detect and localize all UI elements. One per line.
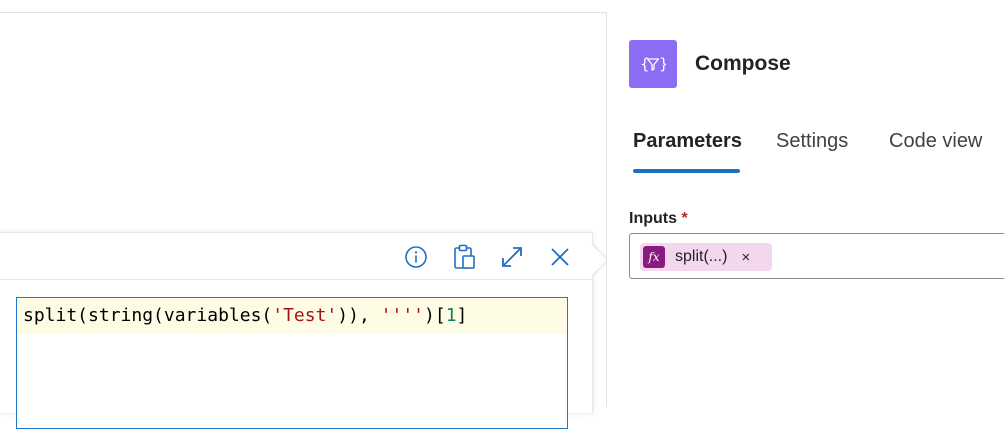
- callout-arrow: [591, 244, 607, 276]
- expression-editor-toolbar: [0, 233, 592, 280]
- expand-icon: [502, 247, 522, 267]
- expr-string-literal: '''': [380, 305, 424, 326]
- required-marker: *: [681, 210, 688, 227]
- fx-icon: fx: [643, 246, 665, 268]
- expression-editor-panel: split(string(variables('Test')), '''')[1…: [0, 232, 593, 429]
- svg-text:{: {: [640, 55, 650, 73]
- tab-settings[interactable]: Settings: [776, 130, 848, 153]
- compose-icon: { }: [629, 40, 677, 88]
- token-label: split(...): [675, 248, 728, 265]
- action-details-pane: { } Compose Parameters Settings Code vie…: [606, 12, 1004, 407]
- inputs-label-text: Inputs: [629, 210, 677, 227]
- tab-code-view[interactable]: Code view: [889, 130, 982, 153]
- expr-number-literal: 1: [445, 305, 457, 326]
- inputs-field[interactable]: fx split(...) ×: [629, 233, 1004, 279]
- inputs-label: Inputs *: [629, 210, 688, 228]
- expr-fn-part: )),: [337, 305, 381, 326]
- expr-fn-part: split(string(variables(: [23, 305, 273, 326]
- paste-button[interactable]: [450, 243, 478, 271]
- close-button[interactable]: [546, 243, 574, 271]
- tab-parameters[interactable]: Parameters: [633, 130, 742, 153]
- expand-button[interactable]: [498, 243, 526, 271]
- expression-token[interactable]: fx split(...) ×: [640, 243, 772, 271]
- info-icon: [405, 246, 427, 268]
- remove-token-button[interactable]: ×: [741, 249, 750, 266]
- svg-text:}: }: [659, 55, 666, 73]
- action-title: Compose: [695, 52, 791, 75]
- expr-fn-part: ]: [456, 305, 468, 326]
- close-icon: [551, 248, 569, 266]
- expr-string-literal: 'Test': [272, 305, 338, 326]
- expression-line: split(string(variables('Test')), '''')[1…: [17, 298, 567, 334]
- active-tab-indicator: [633, 169, 740, 173]
- expr-fn-part: )[: [424, 305, 446, 326]
- clipboard-icon: [454, 244, 475, 269]
- info-button[interactable]: [402, 243, 430, 271]
- expression-input[interactable]: split(string(variables('Test')), '''')[1…: [16, 297, 568, 429]
